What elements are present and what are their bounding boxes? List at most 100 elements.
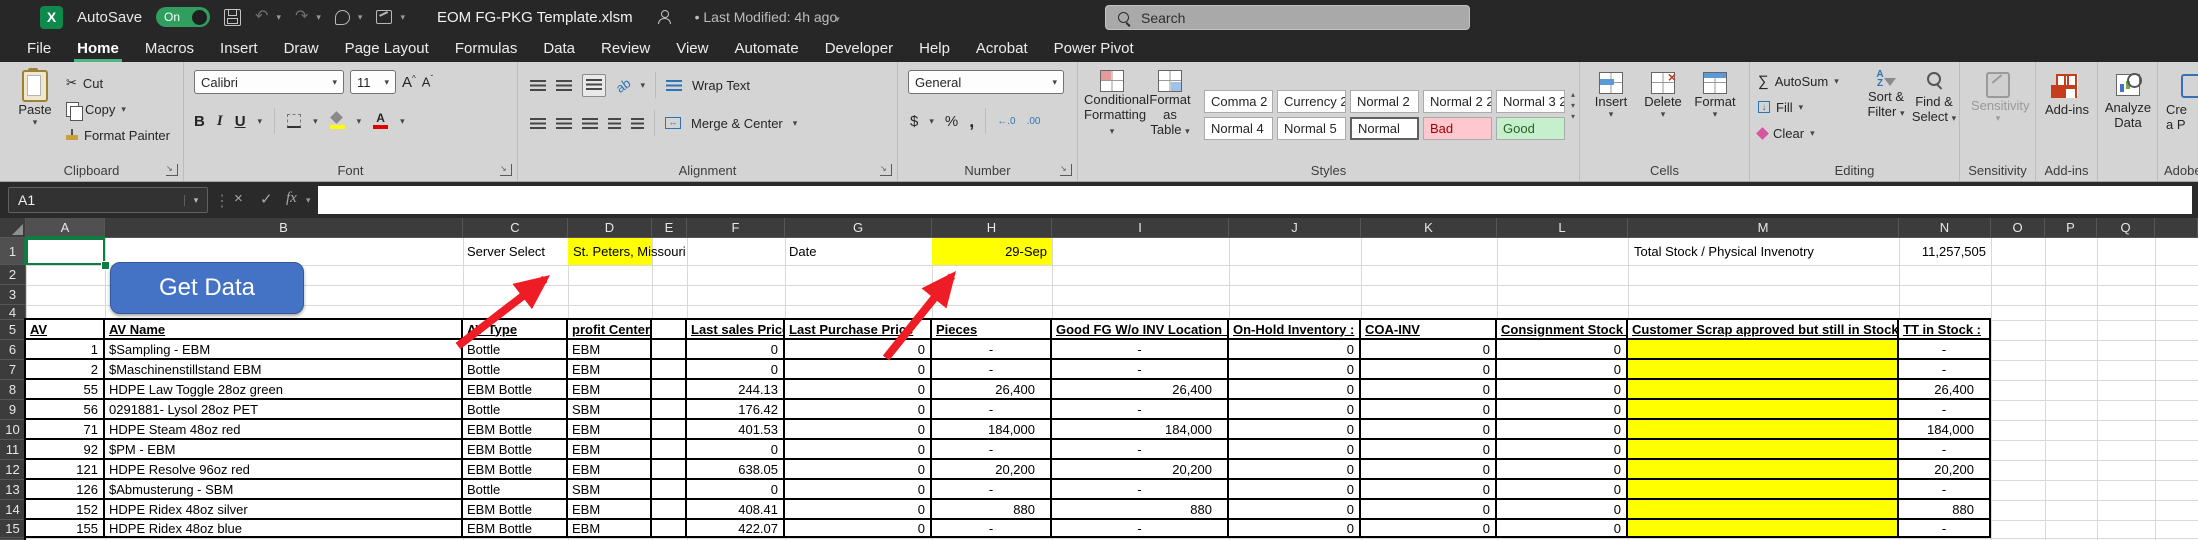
- column-header-B[interactable]: B: [105, 218, 463, 238]
- paste-button[interactable]: Paste ▾: [8, 70, 62, 128]
- cancel-icon[interactable]: ×: [234, 190, 243, 207]
- column-header-M[interactable]: M: [1628, 218, 1899, 238]
- cell-K11[interactable]: 0: [1361, 440, 1497, 460]
- cell-J10[interactable]: 0: [1229, 420, 1361, 440]
- cell-J14[interactable]: 0: [1229, 500, 1361, 520]
- cell-G10[interactable]: 0: [785, 420, 932, 440]
- cell-B12[interactable]: HDPE Resolve 96oz red: [105, 460, 463, 480]
- last-modified-status[interactable]: • Last Modified: 4h ago ▾: [695, 9, 840, 25]
- increase-decimal-icon[interactable]: ←.0: [997, 116, 1015, 127]
- cell-D15[interactable]: EBM: [568, 520, 652, 538]
- cell-B15[interactable]: HDPE Ridex 48oz blue: [105, 520, 463, 538]
- cell-L14[interactable]: 0: [1497, 500, 1628, 520]
- cell-G11[interactable]: 0: [785, 440, 932, 460]
- merge-center-icon[interactable]: ↔: [665, 117, 681, 129]
- cell-M14[interactable]: [1628, 500, 1899, 520]
- cell-M1-total-stock-label[interactable]: Total Stock / Physical Invenotry: [1628, 238, 1899, 265]
- gallery-scroll-up-icon[interactable]: ▴: [1571, 90, 1575, 99]
- cell-E13[interactable]: [652, 480, 687, 500]
- cell-D7[interactable]: EBM: [568, 360, 652, 380]
- table-header-D[interactable]: profit Center: [568, 320, 652, 340]
- sensitivity-button[interactable]: Sensitivity▾: [1971, 72, 2025, 124]
- ribbon-tab-home[interactable]: Home: [64, 34, 132, 62]
- cell-H14[interactable]: 880: [932, 500, 1052, 520]
- cell-K15[interactable]: 0: [1361, 520, 1497, 538]
- align-top-icon[interactable]: [530, 80, 546, 91]
- cell-I10[interactable]: 184,000: [1052, 420, 1229, 440]
- row-header-13[interactable]: 13: [0, 480, 26, 500]
- cell-H11[interactable]: -: [932, 440, 1052, 460]
- cell-I14[interactable]: 880: [1052, 500, 1229, 520]
- cell-N1-total-stock-value[interactable]: 11,257,505: [1899, 238, 1991, 265]
- ribbon-tab-file[interactable]: File: [14, 34, 64, 62]
- table-header-M[interactable]: Customer Scrap approved but still in Sto…: [1628, 320, 1899, 340]
- select-all-button[interactable]: [0, 218, 26, 238]
- row-header-8[interactable]: 8: [0, 380, 26, 400]
- column-header-H[interactable]: H: [932, 218, 1052, 238]
- font-color-icon[interactable]: A: [373, 113, 388, 129]
- cell-E8[interactable]: [652, 380, 687, 400]
- accounting-format-icon[interactable]: $: [910, 113, 918, 130]
- save-icon[interactable]: [224, 9, 241, 26]
- cell-N14[interactable]: 880: [1899, 500, 1991, 520]
- cell-F9[interactable]: 176.42: [687, 400, 785, 420]
- cell-G15[interactable]: 0: [785, 520, 932, 538]
- italic-button[interactable]: I: [217, 113, 223, 130]
- find-select-button[interactable]: Find &Select ▾: [1910, 70, 1958, 126]
- cell-F8[interactable]: 244.13: [687, 380, 785, 400]
- comma-style-icon[interactable]: ,: [969, 111, 974, 132]
- ribbon-tab-formulas[interactable]: Formulas: [442, 34, 531, 62]
- column-header-partial[interactable]: [2155, 218, 2198, 238]
- cell-I11[interactable]: -: [1052, 440, 1229, 460]
- increase-indent-icon[interactable]: [631, 118, 644, 129]
- align-left-icon[interactable]: [530, 118, 546, 129]
- get-data-button[interactable]: Get Data: [110, 262, 304, 314]
- cell-L15[interactable]: 0: [1497, 520, 1628, 538]
- cell-style-normal-4[interactable]: Normal 4: [1204, 117, 1273, 140]
- cell-G8[interactable]: 0: [785, 380, 932, 400]
- cell-F7[interactable]: 0: [687, 360, 785, 380]
- conditional-formatting-button[interactable]: ConditionalFormatting ▾: [1084, 70, 1140, 139]
- cell-style-normal-2[interactable]: Normal 2: [1350, 90, 1419, 113]
- cell-C14[interactable]: EBM Bottle: [463, 500, 568, 520]
- cell-M11[interactable]: [1628, 440, 1899, 460]
- cell-B9[interactable]: 0291881- Lysol 28oz PET: [105, 400, 463, 420]
- column-header-G[interactable]: G: [785, 218, 932, 238]
- cell-G9[interactable]: 0: [785, 400, 932, 420]
- cell-K13[interactable]: 0: [1361, 480, 1497, 500]
- cell-L7[interactable]: 0: [1497, 360, 1628, 380]
- underline-button[interactable]: U: [235, 113, 246, 130]
- ink-editor-icon[interactable]: [376, 10, 392, 24]
- cell-M9[interactable]: [1628, 400, 1899, 420]
- percent-style-icon[interactable]: %: [945, 113, 958, 130]
- cell-F11[interactable]: 0: [687, 440, 785, 460]
- row-header-9[interactable]: 9: [0, 400, 26, 420]
- table-header-I[interactable]: Good FG W/o INV Location :: [1052, 320, 1229, 340]
- cell-N6[interactable]: -: [1899, 340, 1991, 360]
- cell-style-normal-3-2[interactable]: Normal 3 2: [1496, 90, 1565, 113]
- cell-C7[interactable]: Bottle: [463, 360, 568, 380]
- formula-input[interactable]: [318, 186, 2192, 214]
- cell-G7[interactable]: 0: [785, 360, 932, 380]
- table-header-E[interactable]: [652, 320, 687, 340]
- cell-G1-date-label[interactable]: Date: [785, 238, 932, 265]
- cell-I15[interactable]: -: [1052, 520, 1229, 538]
- cell-E12[interactable]: [652, 460, 687, 480]
- cell-L8[interactable]: 0: [1497, 380, 1628, 400]
- ribbon-tab-page-layout[interactable]: Page Layout: [332, 34, 442, 62]
- cell-N10[interactable]: 184,000: [1899, 420, 1991, 440]
- accounting-chevron-icon[interactable]: ▾: [929, 116, 934, 127]
- cell-D1-server-value[interactable]: St. Peters, Missouri: [568, 238, 687, 265]
- font-size-combo[interactable]: 11▾: [350, 70, 396, 94]
- row-header-11[interactable]: 11: [0, 440, 26, 460]
- cell-L10[interactable]: 0: [1497, 420, 1628, 440]
- cell-M12[interactable]: [1628, 460, 1899, 480]
- cell-B7[interactable]: $Maschinenstillstand EBM: [105, 360, 463, 380]
- table-header-J[interactable]: On-Hold Inventory :: [1229, 320, 1361, 340]
- cell-K7[interactable]: 0: [1361, 360, 1497, 380]
- row-header-6[interactable]: 6: [0, 340, 26, 360]
- cell-G14[interactable]: 0: [785, 500, 932, 520]
- cell-style-bad[interactable]: Bad: [1423, 117, 1492, 140]
- cell-B14[interactable]: HDPE Ridex 48oz silver: [105, 500, 463, 520]
- table-header-L[interactable]: Consignment Stock :: [1497, 320, 1628, 340]
